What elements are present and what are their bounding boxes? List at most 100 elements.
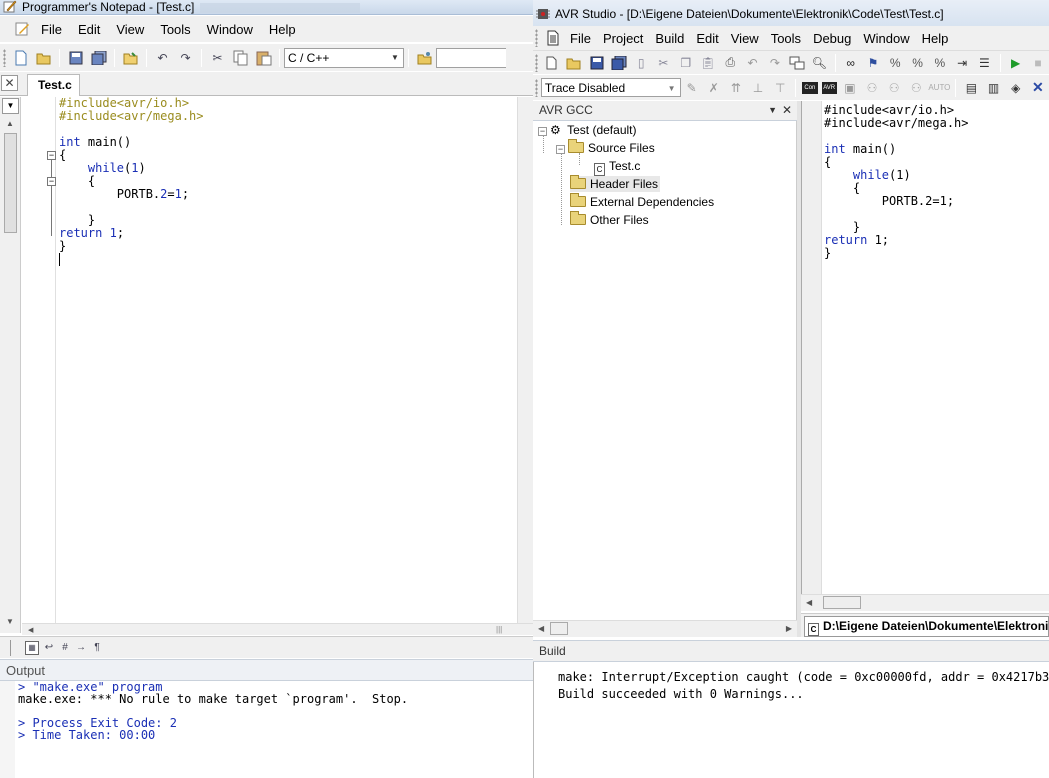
bookmark-icon[interactable]: ⚑	[864, 53, 882, 72]
save-all-icon[interactable]	[610, 53, 628, 72]
binoculars-icon[interactable]: ∞	[842, 53, 860, 72]
print-icon[interactable]: ⎙	[721, 53, 739, 72]
panel-menu-icon[interactable]: ▼	[768, 101, 777, 120]
avr-menu-build[interactable]: Build	[649, 31, 690, 46]
scroll-down-icon[interactable]: ▼	[3, 617, 17, 627]
avr-menu-project[interactable]: Project	[597, 31, 649, 46]
hash-icon[interactable]: #	[59, 638, 71, 657]
avr-doc-tab[interactable]: C D:\Eigene Dateien\Dokumente\Elektronik	[804, 616, 1049, 637]
pn-horizontal-scrollbar[interactable]: ◀ |||	[22, 623, 533, 635]
tree-header-files[interactable]: Header Files	[570, 175, 661, 192]
scheme-select[interactable]: C / C++ ▼	[284, 47, 404, 68]
find-icon[interactable]: 🔍︎	[810, 53, 828, 72]
open-folder-icon[interactable]	[121, 48, 140, 67]
cut-icon[interactable]: ✂	[654, 53, 672, 72]
avr-chip-icon[interactable]: AVR	[821, 81, 837, 94]
auto-icon[interactable]: AUTO	[928, 78, 950, 97]
save-icon[interactable]	[587, 53, 605, 72]
tab-test-c[interactable]: Test.c	[27, 74, 80, 96]
debug-icon[interactable]: ⚇	[907, 78, 925, 97]
scroll-up-icon[interactable]: ▲	[3, 119, 17, 129]
open-file-icon[interactable]	[565, 53, 583, 72]
pn-menu-file[interactable]: File	[33, 22, 70, 37]
find-input[interactable]	[436, 47, 506, 68]
cut-icon[interactable]: ✂	[208, 48, 227, 67]
windows-icon[interactable]	[788, 53, 806, 72]
memory-icon[interactable]: ▤	[962, 78, 980, 97]
copy-icon[interactable]: ❐	[677, 53, 695, 72]
tree-project[interactable]: − ⚙ Test (default)	[538, 122, 637, 138]
tree-other-files[interactable]: Other Files	[570, 211, 649, 228]
arrow-icon[interactable]: →	[75, 638, 87, 657]
debug-icon[interactable]: ⚇	[863, 78, 881, 97]
undo-icon[interactable]: ↶	[743, 53, 761, 72]
bookmark-next-icon[interactable]: %	[886, 53, 904, 72]
fold-toggle-icon[interactable]: −	[47, 151, 56, 160]
tree-file-test-c[interactable]: C Test.c	[594, 158, 640, 176]
scroll-left-icon[interactable]: ◀	[28, 626, 33, 634]
new-file-icon[interactable]	[543, 53, 561, 72]
pn-vertical-scrollbar[interactable]	[517, 97, 533, 623]
paste-icon[interactable]: 📋︎	[699, 53, 717, 72]
avr-menu-debug[interactable]: Debug	[807, 31, 857, 46]
scroll-thumb[interactable]	[550, 622, 568, 635]
scroll-left-icon[interactable]: ◀	[806, 598, 812, 607]
close-x-icon[interactable]: ✕	[1029, 78, 1047, 97]
trace-tool-icon[interactable]: ⊥	[749, 78, 767, 97]
build-pane[interactable]: make: Interrupt/Exception caught (code =…	[533, 662, 1049, 778]
avr-menu-window[interactable]: Window	[857, 31, 915, 46]
redo-icon[interactable]: ↷	[176, 48, 195, 67]
trace-select[interactable]: Trace Disabled ▼	[540, 78, 681, 97]
pn-menu-tools[interactable]: Tools	[152, 22, 198, 37]
stop-icon[interactable]: ■	[1029, 53, 1047, 72]
tree-external-dependencies[interactable]: External Dependencies	[570, 193, 714, 210]
save-all-icon[interactable]	[89, 48, 108, 67]
chip-icon[interactable]: ▣	[841, 78, 859, 97]
avr-menu-help[interactable]: Help	[916, 31, 955, 46]
paste-icon[interactable]	[254, 48, 273, 67]
project-icon[interactable]	[415, 48, 434, 67]
trace-tool-icon[interactable]: ✎	[683, 78, 701, 97]
close-doc-icon[interactable]: ▯	[632, 53, 650, 72]
save-icon[interactable]	[66, 48, 85, 67]
outdent-icon[interactable]: ☰	[975, 53, 993, 72]
bookmark-clear-icon[interactable]: %	[931, 53, 949, 72]
tree-source-files[interactable]: − Source Files	[556, 139, 655, 156]
side-dropdown-button[interactable]: ▼	[2, 98, 19, 114]
debug-icon[interactable]: ⚇	[885, 78, 903, 97]
pn-editor[interactable]: − − #include<avr/io.h> #include<avr/mega.…	[22, 97, 533, 623]
avr-menu-edit[interactable]: Edit	[690, 31, 724, 46]
pn-menu-help[interactable]: Help	[261, 22, 304, 37]
avr-menu-tools[interactable]: Tools	[765, 31, 807, 46]
memory-icon[interactable]: ▥	[985, 78, 1003, 97]
close-tab-icon[interactable]: ✕	[1, 75, 18, 91]
trace-tool-icon[interactable]: ✗	[705, 78, 723, 97]
redo-icon[interactable]: ↷	[766, 53, 784, 72]
output-pane[interactable]: > "make.exe" program make.exe: *** No rul…	[0, 681, 533, 778]
avr-menu-view[interactable]: View	[725, 31, 765, 46]
panel-close-icon[interactable]: ✕	[782, 101, 792, 120]
wrap-icon[interactable]: ↩	[43, 638, 55, 657]
trace-tool-icon[interactable]: ⇈	[727, 78, 745, 97]
new-file-icon[interactable]	[11, 48, 30, 67]
document-menu-icon[interactable]	[543, 29, 562, 48]
pn-menu-window[interactable]: Window	[199, 22, 261, 37]
avr-menu-file[interactable]: File	[564, 31, 597, 46]
chip-3d-icon[interactable]: ◈	[1007, 78, 1025, 97]
pn-menu-view[interactable]: View	[108, 22, 152, 37]
bookmark-prev-icon[interactable]: %	[908, 53, 926, 72]
copy-icon[interactable]	[231, 48, 250, 67]
scroll-left-icon[interactable]: ◀	[538, 624, 544, 633]
fold-toggle-icon[interactable]: −	[47, 177, 56, 186]
side-scroll-thumb[interactable]	[4, 133, 17, 233]
output-grid-icon[interactable]: ▦	[25, 640, 39, 655]
notepad-menu-icon[interactable]	[12, 20, 31, 39]
pilcrow-icon[interactable]: ¶	[91, 638, 103, 657]
open-file-icon[interactable]	[34, 48, 53, 67]
avr-editor-hscroll[interactable]: ◀	[801, 594, 1049, 611]
run-icon[interactable]: ▶	[1007, 53, 1025, 72]
avr-editor[interactable]: #include<avr/io.h> #include<avr/mega.h> in…	[801, 101, 1049, 597]
con-icon[interactable]: Con	[802, 81, 818, 94]
pn-menu-edit[interactable]: Edit	[70, 22, 108, 37]
undo-icon[interactable]: ↶	[153, 48, 172, 67]
